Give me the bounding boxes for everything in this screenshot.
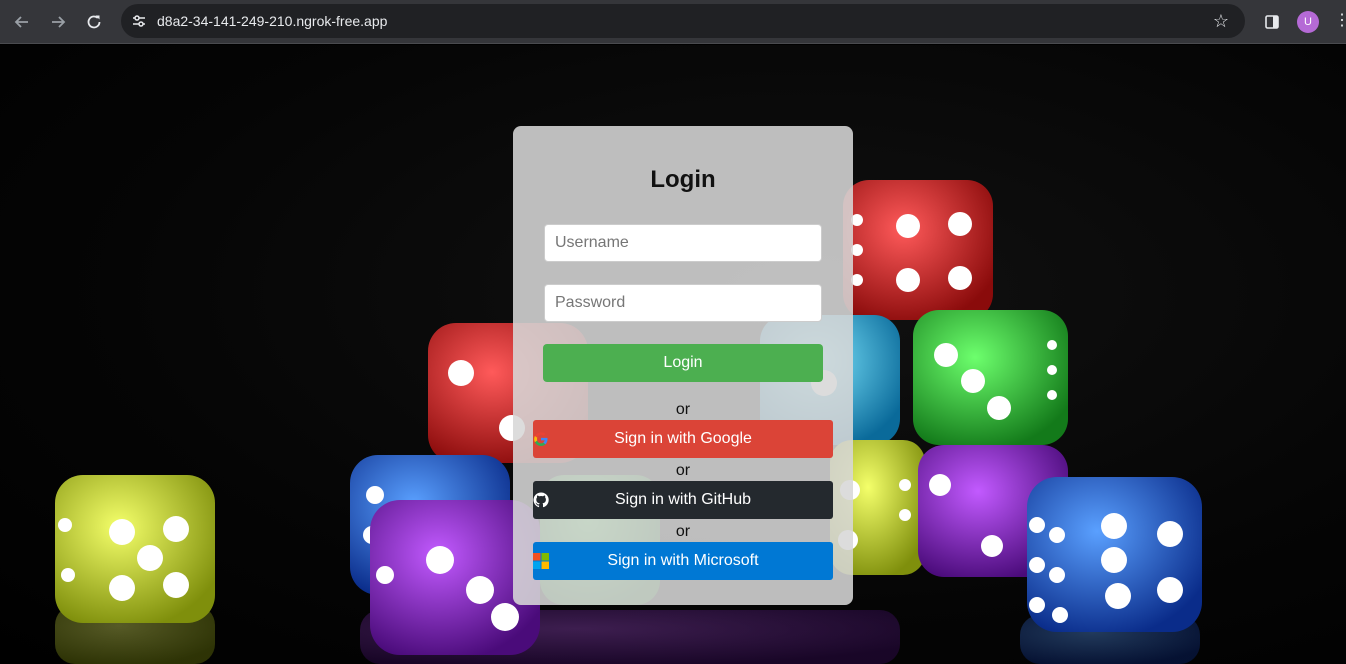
password-input[interactable] xyxy=(544,284,822,322)
avatar[interactable]: U xyxy=(1297,11,1319,33)
url-text[interactable]: d8a2-34-141-249-210.ngrok-free.app xyxy=(157,13,387,29)
side-panel-icon[interactable] xyxy=(1260,10,1284,34)
microsoft-icon xyxy=(533,553,549,569)
forward-arrow-icon[interactable] xyxy=(43,7,73,37)
github-icon xyxy=(533,492,549,508)
dice-background-image: Login Login or Sign in with Google or Si… xyxy=(0,45,1346,664)
google-icon xyxy=(534,432,548,446)
back-arrow-icon[interactable] xyxy=(7,7,37,37)
separator-or: or xyxy=(675,462,691,479)
more-menu-icon[interactable]: ⋮ xyxy=(1334,10,1346,34)
address-bar[interactable]: d8a2-34-141-249-210.ngrok-free.app ☆ xyxy=(121,4,1245,38)
microsoft-signin-button[interactable]: Sign in with Microsoft xyxy=(533,542,833,580)
google-signin-button[interactable]: Sign in with Google xyxy=(533,420,833,458)
separator-or: or xyxy=(675,523,691,540)
github-signin-label: Sign in with GitHub xyxy=(614,491,752,508)
login-card: Login Login or Sign in with Google or Si… xyxy=(513,126,853,605)
google-signin-label: Sign in with Google xyxy=(614,430,752,447)
reload-icon[interactable] xyxy=(79,7,109,37)
page-title: Login xyxy=(650,166,716,193)
microsoft-signin-label: Sign in with Microsoft xyxy=(607,552,759,569)
separator-or: or xyxy=(675,401,691,418)
browser-toolbar: d8a2-34-141-249-210.ngrok-free.app ☆ U ⋮ xyxy=(0,0,1346,44)
star-icon[interactable]: ☆ xyxy=(1209,9,1233,33)
github-signin-button[interactable]: Sign in with GitHub xyxy=(533,481,833,519)
login-button[interactable]: Login xyxy=(543,344,823,382)
site-info-icon[interactable] xyxy=(127,9,151,33)
username-input[interactable] xyxy=(544,224,822,262)
